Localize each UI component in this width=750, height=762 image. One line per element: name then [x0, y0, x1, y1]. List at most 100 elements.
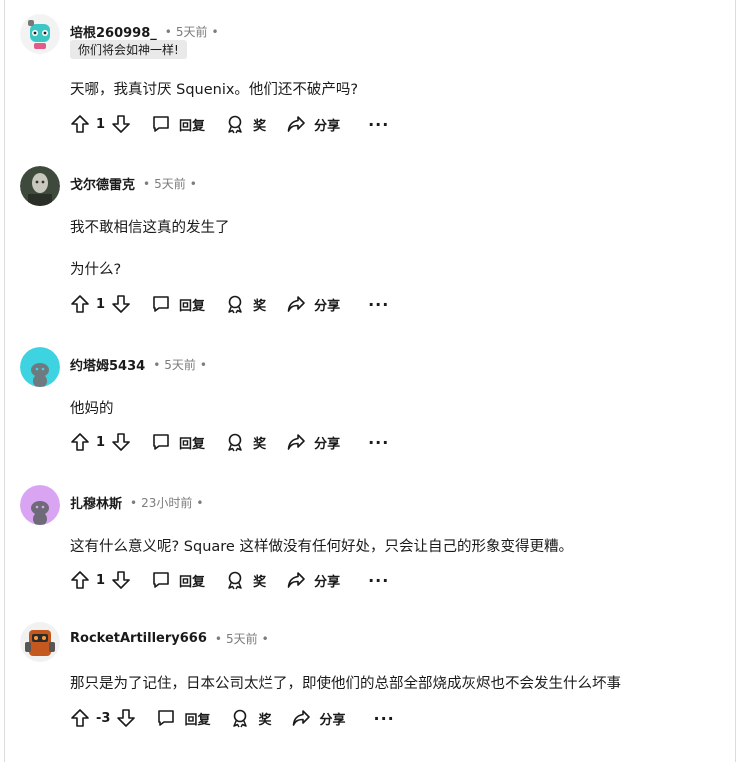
award-button[interactable]: 奖 [225, 432, 266, 452]
share-icon [287, 434, 305, 450]
award-button[interactable]: 奖 [225, 570, 266, 590]
share-button[interactable]: 分享 [286, 294, 340, 314]
downvote-button[interactable] [111, 570, 131, 590]
share-button[interactable]: 分享 [286, 570, 340, 590]
downvote-button[interactable] [111, 432, 131, 452]
comment-text: 这有什么意义呢? Square 这样做没有任何好处，只会让自己的形象变得更糟。 [70, 539, 573, 555]
comment-timestamp[interactable]: 23小时前 [141, 494, 192, 511]
thread-border-right [735, 0, 736, 762]
user-flair: 你们将会如神一样! [70, 40, 187, 59]
comment-text: 他妈的 [70, 401, 114, 417]
comment-bubble-icon [153, 116, 169, 132]
upvote-button[interactable] [70, 570, 90, 590]
award-icon [228, 295, 242, 314]
comment-text: 我不敢相信这真的发生了 [70, 220, 230, 236]
share-button[interactable]: 分享 [286, 432, 340, 452]
downvote-button[interactable] [116, 708, 136, 728]
upvote-icon [71, 295, 89, 313]
user-avatar[interactable] [20, 14, 60, 54]
vote-count: 1 [96, 434, 106, 450]
comment-author[interactable]: 培根260998_ [70, 22, 157, 41]
downvote-button[interactable] [111, 294, 131, 314]
vote-count: 1 [96, 296, 106, 312]
share-icon [287, 296, 305, 312]
more-options-button[interactable]: ··· [368, 571, 389, 590]
more-options-button[interactable]: ··· [368, 295, 389, 314]
award-label: 奖 [253, 436, 267, 452]
award-icon [233, 709, 248, 728]
reply-button[interactable]: 回复 [156, 708, 210, 728]
award-label: 奖 [253, 574, 267, 590]
award-button[interactable]: 奖 [225, 294, 266, 314]
comment-bubble-icon [153, 572, 169, 588]
comment-actions: 1 回复 奖 分享 ··· [70, 568, 389, 592]
award-icon [228, 433, 242, 452]
comment-text: 天哪，我真讨厌 Squenix。他们还不破产吗? [70, 82, 359, 98]
user-avatar[interactable] [20, 347, 60, 387]
downvote-icon [112, 295, 130, 313]
vote-count: 1 [96, 116, 106, 132]
share-label: 分享 [314, 118, 341, 134]
more-options-button[interactable]: ··· [368, 115, 389, 134]
reply-label: 回复 [179, 118, 206, 134]
comment-actions: 1 回复 奖 分享 ··· [70, 430, 389, 454]
reply-button[interactable]: 回复 [151, 570, 205, 590]
share-icon [287, 116, 305, 132]
comment-bubble-icon [158, 710, 175, 726]
share-icon [287, 572, 305, 588]
comment: 培根260998_ • 5天前 • 你们将会如神一样! 天哪，我真讨厌 Sque… [20, 14, 720, 134]
award-icon [228, 571, 242, 590]
more-options-button[interactable]: ··· [368, 433, 389, 452]
reply-button[interactable]: 回复 [151, 294, 205, 314]
user-avatar[interactable] [20, 622, 60, 662]
award-button[interactable]: 奖 [225, 114, 266, 134]
comment-timestamp[interactable]: 5天前 [154, 175, 186, 192]
upvote-button[interactable] [70, 294, 90, 314]
comment: 扎穆林斯 • 23小时前 • 这有什么意义呢? Square 这样做没有任何好处… [20, 485, 720, 595]
reply-label: 回复 [184, 712, 211, 728]
user-avatar[interactable] [20, 485, 60, 525]
comment-timestamp[interactable]: 5天前 [176, 23, 208, 40]
comment-timestamp[interactable]: 5天前 [226, 630, 258, 647]
comment-bubble-icon [153, 296, 169, 312]
share-button[interactable]: 分享 [286, 114, 340, 134]
upvote-icon [71, 433, 89, 451]
comment-timestamp[interactable]: 5天前 [164, 356, 196, 373]
comment-author[interactable]: 扎穆林斯 [70, 493, 122, 512]
reply-button[interactable]: 回复 [151, 114, 205, 134]
comment-actions: -3 回复 奖 分享 ··· [70, 706, 395, 730]
comment-author[interactable]: 约塔姆5434 [70, 355, 145, 374]
comment: RocketArtillery666 • 5天前 • 那只是为了记住，日本公司太… [20, 622, 720, 742]
downvote-icon [112, 115, 130, 133]
more-options-button[interactable]: ··· [374, 709, 395, 728]
user-avatar[interactable] [20, 166, 60, 206]
upvote-button[interactable] [70, 432, 90, 452]
award-label: 奖 [253, 298, 267, 314]
reply-label: 回复 [179, 436, 206, 452]
downvote-icon [112, 433, 130, 451]
share-label: 分享 [314, 436, 341, 452]
downvote-icon [112, 571, 130, 589]
downvote-button[interactable] [111, 114, 131, 134]
award-icon [228, 115, 242, 134]
award-label: 奖 [253, 118, 267, 134]
upvote-button[interactable] [70, 708, 90, 728]
comment-text: 为什么? [70, 262, 122, 278]
comment-bubble-icon [153, 434, 169, 450]
reply-button[interactable]: 回复 [151, 432, 205, 452]
award-button[interactable]: 奖 [230, 708, 271, 728]
reply-label: 回复 [179, 574, 206, 590]
comment-text: 那只是为了记住，日本公司太烂了，即使他们的总部全部烧成灰烬也不会发生什么坏事 [70, 676, 621, 692]
comment-author[interactable]: RocketArtillery666 [70, 631, 207, 646]
downvote-icon [117, 709, 136, 727]
upvote-icon [71, 709, 89, 727]
share-label: 分享 [319, 712, 346, 728]
share-icon [293, 710, 311, 726]
upvote-icon [71, 115, 89, 133]
comment: 戈尔德雷克 • 5天前 • 我不敢相信这真的发生了 为什么? 1 回复 奖 分享… [20, 166, 720, 316]
upvote-button[interactable] [70, 114, 90, 134]
comment-actions: 1 回复 奖 分享 ··· [70, 112, 389, 136]
share-button[interactable]: 分享 [291, 708, 346, 728]
comment-author[interactable]: 戈尔德雷克 [70, 174, 135, 193]
upvote-icon [71, 571, 89, 589]
